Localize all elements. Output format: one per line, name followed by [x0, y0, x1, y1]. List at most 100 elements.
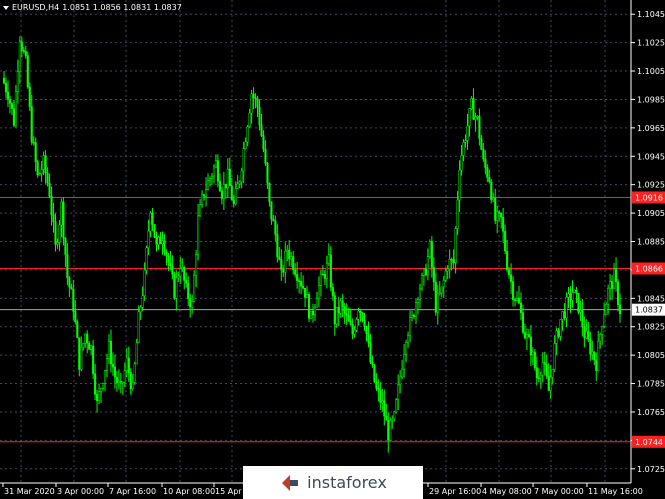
candle-body: [103, 370, 107, 384]
candle-body: [252, 93, 255, 99]
candle-body: [349, 320, 352, 325]
candle-body: [244, 141, 247, 149]
candle-body: [10, 103, 13, 109]
candle-body: [84, 333, 87, 344]
candle-body: [125, 357, 128, 372]
candle-body: [389, 420, 392, 441]
candle-body: [527, 334, 530, 338]
price-tick-label: 1.0985: [637, 95, 665, 104]
candle-body: [381, 400, 384, 403]
candle-body: [438, 292, 441, 295]
candle-body: [488, 177, 491, 182]
ohlc-values: 1.0851 1.0856 1.0831 1.0837: [62, 3, 182, 12]
chart-window[interactable]: EURUSD,H4 1.0851 1.0856 1.0831 1.0837 1.…: [0, 0, 665, 499]
candle-body: [153, 224, 156, 238]
price-tick-label: 1.0805: [637, 351, 665, 360]
price-tick-label: 1.0825: [637, 323, 665, 332]
candle-body: [329, 254, 332, 288]
candle-body: [321, 273, 324, 276]
candle-body: [317, 285, 320, 299]
candle-body: [224, 183, 227, 189]
candle-body: [545, 364, 548, 377]
candle-body: [173, 273, 176, 299]
candle-body: [54, 221, 57, 245]
candle-body: [559, 319, 562, 337]
candle-body: [290, 256, 293, 260]
candle-body: [14, 91, 17, 126]
candle-body: [101, 383, 105, 389]
candle-body: [181, 267, 184, 269]
candle-body: [48, 182, 51, 197]
candle-body: [66, 254, 69, 279]
candle-body: [286, 249, 289, 252]
candle-body: [24, 51, 27, 56]
candle-body: [36, 161, 39, 176]
candle-body: [351, 323, 354, 335]
candle-body: [80, 346, 83, 370]
candle-body: [183, 267, 186, 281]
candle-body: [523, 332, 526, 339]
candle-body: [450, 259, 453, 261]
candle-body: [323, 273, 326, 279]
candle-body: [496, 211, 499, 221]
time-tick-label: 10 Apr 08:00: [163, 487, 215, 496]
candle-body: [218, 181, 221, 192]
candle-body: [603, 314, 606, 327]
candle-body: [515, 297, 519, 301]
candle-body: [165, 251, 168, 257]
candle-body: [519, 302, 523, 313]
candle-body: [177, 275, 180, 279]
candle-body: [565, 297, 568, 319]
candle-body: [405, 342, 408, 355]
candle-body: [616, 281, 620, 306]
candle-body: [201, 194, 204, 205]
candle-body: [458, 169, 461, 201]
candle-body: [34, 142, 37, 162]
time-tick-label: 11 May 16:00: [588, 487, 643, 496]
candle-body: [581, 310, 584, 328]
candle-body: [539, 374, 542, 379]
candle-body: [64, 237, 67, 255]
candle-body: [357, 310, 360, 320]
candle-body: [311, 310, 315, 316]
candle-body: [298, 280, 301, 282]
candle-body: [22, 50, 25, 52]
candle-body: [416, 299, 420, 303]
candle-body: [601, 326, 604, 335]
candle-body: [12, 108, 15, 126]
candle-body: [472, 98, 475, 120]
candle-body: [88, 342, 91, 350]
price-chart[interactable]: 1.1045 1.1025 1.1005 1.0985 1.0965 1.0945 1.09…: [0, 0, 665, 499]
candle-body: [571, 292, 574, 301]
candle-body: [335, 306, 338, 325]
candle-body: [167, 255, 170, 264]
candle-body: [319, 273, 322, 286]
candle-body: [397, 384, 400, 401]
candle-body: [38, 173, 41, 176]
candle-body: [187, 283, 190, 300]
candle-body: [452, 259, 455, 263]
candle-body: [280, 259, 283, 270]
candle-body: [533, 351, 536, 368]
candle-body: [226, 168, 229, 189]
candle-body: [292, 256, 295, 271]
candle-body: [300, 281, 303, 287]
candle-body: [145, 247, 148, 271]
candle-body: [484, 158, 487, 168]
candle-body: [577, 292, 580, 313]
dropdown-triangle-icon[interactable]: [3, 5, 9, 10]
candle-body: [589, 338, 592, 355]
candle-body: [367, 333, 370, 343]
candle-body: [541, 362, 544, 376]
candle-body: [327, 254, 330, 264]
candle-body: [512, 281, 515, 300]
candle-body: [383, 400, 386, 417]
candle-body: [395, 399, 398, 413]
candle-body: [100, 388, 103, 392]
candle-body: [492, 197, 495, 201]
candle-body: [583, 326, 586, 339]
candle-body: [355, 319, 358, 331]
candle-body: [551, 369, 554, 378]
candle-body: [149, 212, 152, 232]
candle-body: [151, 212, 154, 225]
